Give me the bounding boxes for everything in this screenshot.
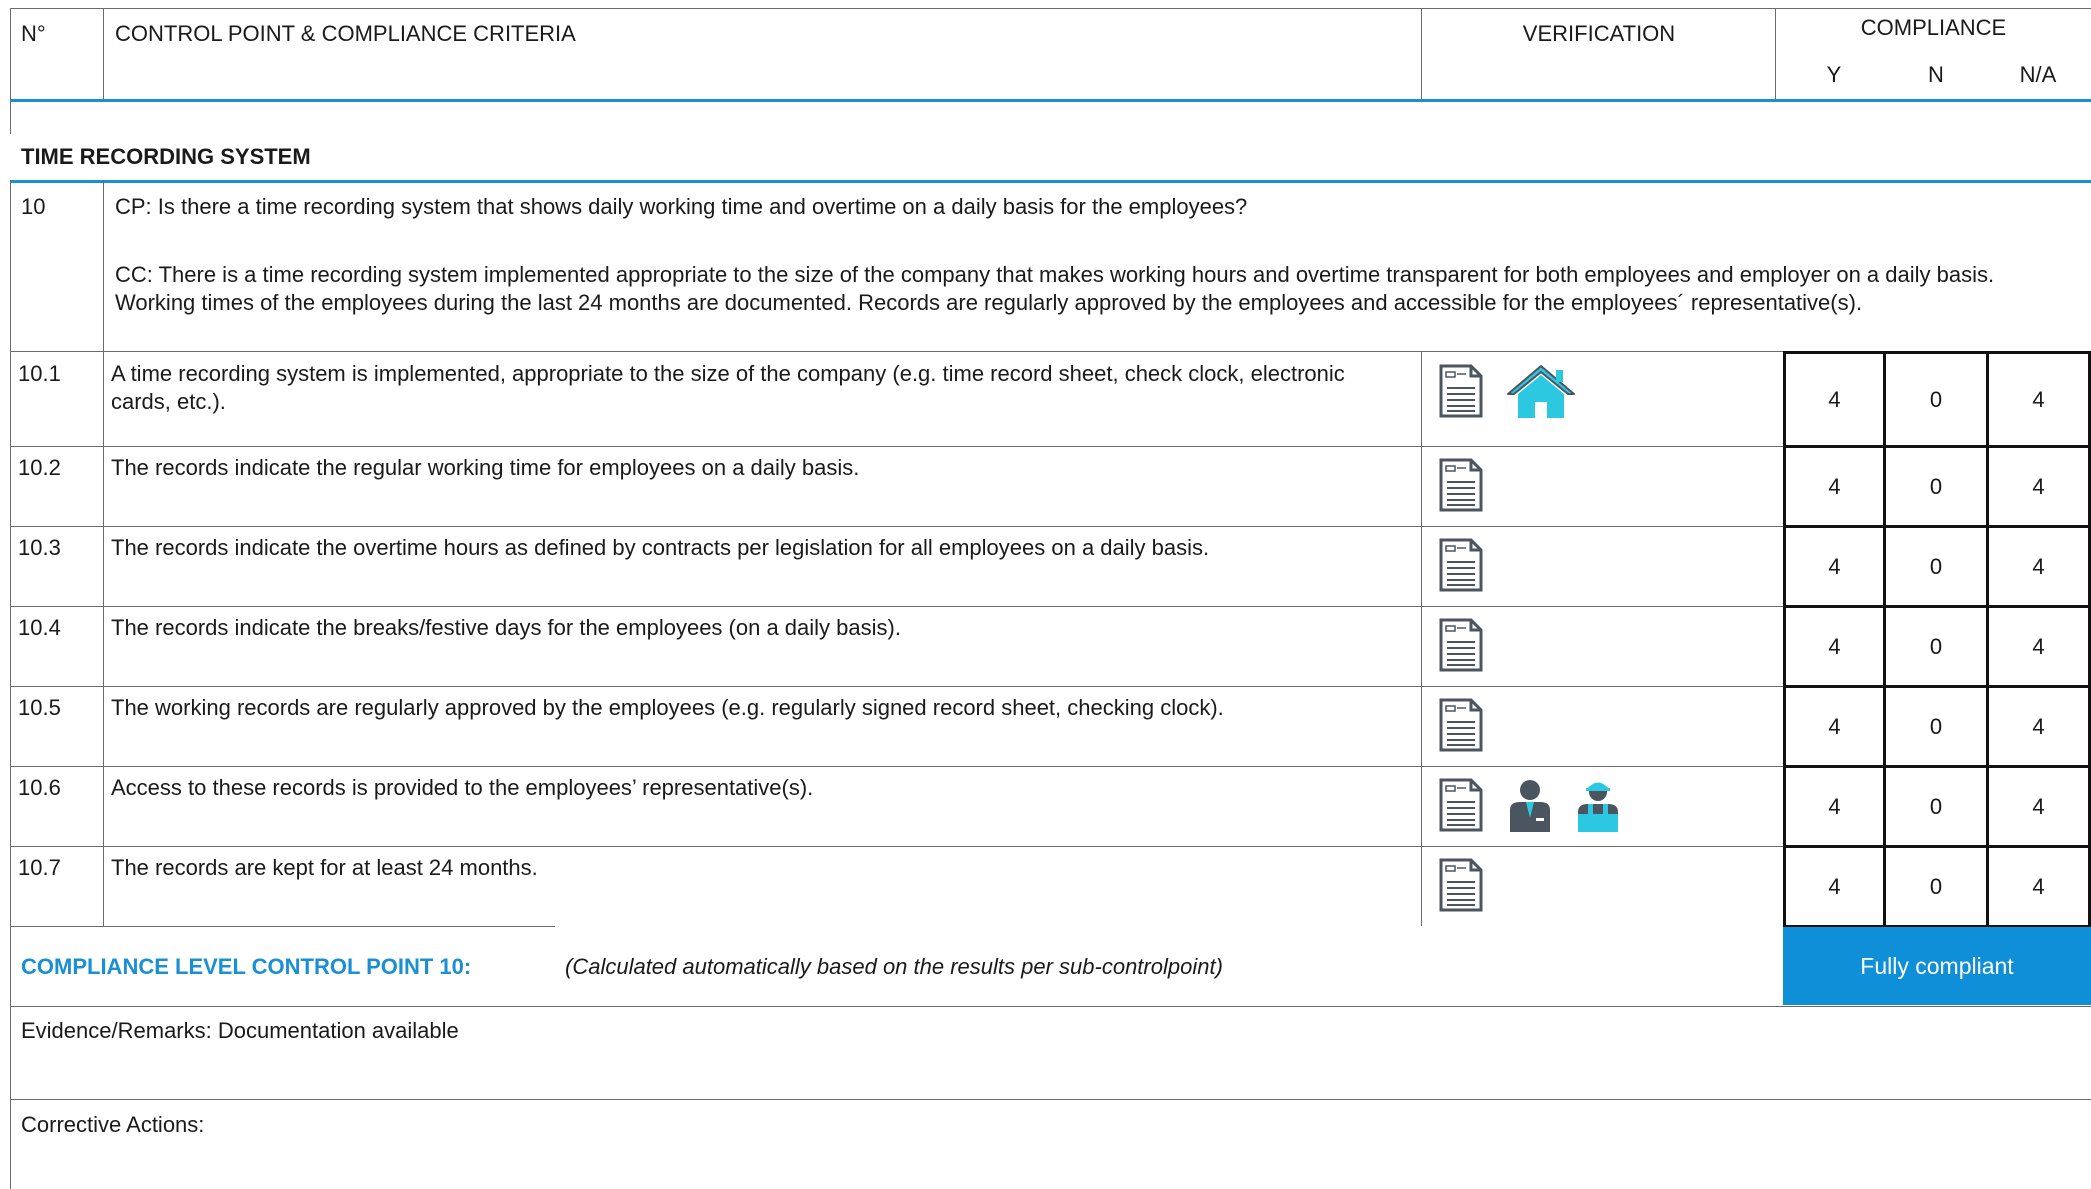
compliance-level-note: (Calculated automatically based on the r…	[565, 954, 1223, 979]
row-number: 10.5	[18, 695, 61, 720]
worker-icon	[1574, 778, 1622, 838]
compliance-no-cell[interactable]: 0	[1883, 685, 1989, 768]
control-point-question: CP: Is there a time recording system tha…	[115, 194, 1248, 219]
compliance-na-cell[interactable]: 4	[1986, 685, 2091, 768]
header-bottom-border	[10, 99, 2091, 102]
verification-column-divider	[1421, 446, 1422, 526]
row-divider	[10, 526, 1783, 527]
compliance-yes-cell[interactable]: 4	[1783, 445, 1886, 528]
number-column-divider	[103, 180, 104, 926]
document-icon	[1438, 618, 1484, 678]
compliance-yes-cell[interactable]: 4	[1783, 525, 1886, 608]
row-divider	[10, 606, 1783, 607]
compliance-verdict-badge: Fully compliant	[1783, 927, 2091, 1005]
compliance-no-cell[interactable]: 0	[1883, 351, 1989, 448]
compliance-na-cell[interactable]: 4	[1986, 445, 2091, 528]
compliance-yes-cell[interactable]: 4	[1783, 845, 1886, 928]
document-icon	[1438, 458, 1484, 518]
compliance-yes-cell[interactable]: 4	[1783, 765, 1886, 848]
compliance-no-cell[interactable]: 0	[1883, 765, 1989, 848]
header-no: N	[1928, 62, 1944, 87]
row-criteria-text: A time recording system is implemented, …	[111, 361, 1345, 414]
header-verification: VERIFICATION	[1522, 21, 1676, 46]
compliance-criteria: CC: There is a time recording system imp…	[115, 262, 1995, 315]
evidence-remarks: Evidence/Remarks: Documentation availabl…	[21, 1018, 459, 1043]
row-number: 10.3	[18, 535, 61, 560]
row-divider	[10, 686, 1783, 687]
row-criteria-text: The records indicate the breaks/festive …	[111, 615, 901, 640]
verification-column-divider	[1421, 352, 1422, 446]
compliance-no-cell[interactable]: 0	[1883, 445, 1989, 528]
compliance-na-cell[interactable]: 4	[1986, 351, 2091, 448]
row-criteria-text: The working records are regularly approv…	[111, 695, 1224, 720]
compliance-yes-cell[interactable]: 4	[1783, 351, 1886, 448]
compliance-no-cell[interactable]: 0	[1883, 525, 1989, 608]
compliance-yes-cell[interactable]: 4	[1783, 605, 1886, 688]
manager-icon	[1506, 778, 1554, 838]
compliance-level-label: COMPLIANCE LEVEL CONTROL POINT 10:	[21, 954, 472, 979]
row-criteria-text: The records indicate the regular working…	[111, 455, 860, 480]
header-na: N/A	[2019, 62, 2057, 87]
compliance-na-cell[interactable]: 4	[1986, 525, 2091, 608]
row-divider	[10, 926, 555, 927]
document-icon	[1438, 858, 1484, 918]
document-icon	[1438, 698, 1484, 758]
document-icon	[1438, 538, 1484, 598]
house-icon	[1506, 364, 1576, 426]
header-divider	[103, 8, 104, 100]
compliance-na-cell[interactable]: 4	[1986, 845, 2091, 928]
verification-column-divider	[1421, 846, 1422, 926]
row-divider	[10, 846, 1783, 847]
row-divider	[10, 766, 1783, 767]
row-criteria-text: Access to these records is provided to t…	[111, 775, 814, 800]
section-title: TIME RECORDING SYSTEM	[21, 144, 311, 169]
row-number: 10.6	[18, 775, 61, 800]
control-point-number: 10	[21, 194, 46, 219]
table-left-border	[10, 8, 11, 134]
corrective-actions: Corrective Actions:	[21, 1112, 205, 1137]
compliance-na-cell[interactable]: 4	[1986, 605, 2091, 688]
row-divider	[10, 446, 1783, 447]
section-divider	[10, 180, 2091, 183]
row-criteria-text: The records indicate the overtime hours …	[111, 535, 1210, 560]
verification-column-divider	[1421, 526, 1422, 606]
document-icon	[1438, 364, 1484, 424]
document-icon	[1438, 778, 1484, 838]
header-criteria: CONTROL POINT & COMPLIANCE CRITERIA	[115, 21, 576, 46]
row-divider	[10, 351, 2091, 352]
header-compliance: COMPLIANCE	[1860, 15, 2007, 40]
verification-column-divider	[1421, 766, 1422, 846]
row-criteria-text: The records are kept for at least 24 mon…	[111, 855, 538, 880]
compliance-no-cell[interactable]: 0	[1883, 845, 1989, 928]
row-number: 10.7	[18, 855, 61, 880]
header-number: N°	[21, 21, 46, 46]
row-number: 10.1	[18, 361, 61, 386]
compliance-na-cell[interactable]: 4	[1986, 765, 2091, 848]
table-left-border	[10, 180, 11, 1189]
table-top-border	[10, 8, 2091, 9]
row-divider	[10, 1099, 2091, 1100]
compliance-no-cell[interactable]: 0	[1883, 605, 1989, 688]
verification-column-divider	[1421, 686, 1422, 766]
verification-column-divider	[1421, 606, 1422, 686]
row-number: 10.2	[18, 455, 61, 480]
row-number: 10.4	[18, 615, 61, 640]
compliance-yes-cell[interactable]: 4	[1783, 685, 1886, 768]
header-yes: Y	[1826, 62, 1842, 87]
row-divider	[10, 1006, 2091, 1007]
